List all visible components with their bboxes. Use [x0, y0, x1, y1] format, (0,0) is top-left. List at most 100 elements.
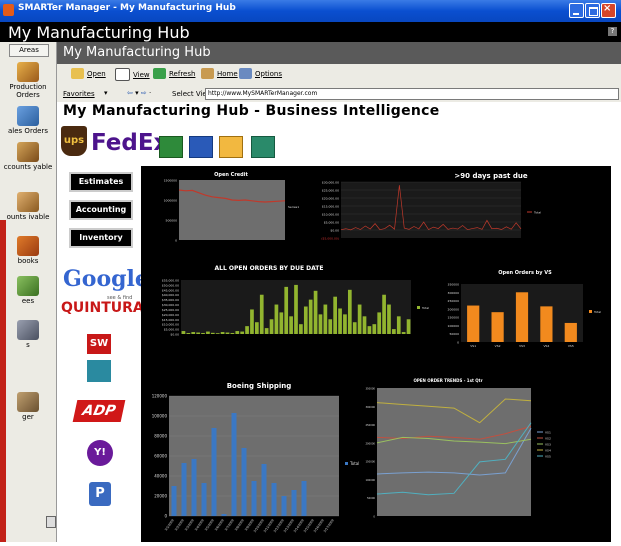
quintura-logo[interactable]: QUINTURA: [61, 300, 144, 316]
y-tick-label: 100000: [152, 414, 168, 419]
pane-scroll-button[interactable]: [46, 516, 56, 528]
area-item-accounts-payable[interactable]: ccounts yable: [0, 142, 56, 171]
inventory-button[interactable]: Inventory: [69, 228, 133, 248]
y-tick-label: 150000: [365, 460, 375, 464]
bar: [230, 333, 235, 334]
sw-logo[interactable]: SW: [87, 334, 111, 354]
books-icon: [17, 236, 39, 256]
bar: [259, 294, 264, 334]
ups-logo[interactable]: ups: [61, 126, 87, 156]
word-icon[interactable]: [189, 136, 213, 158]
x-tick-label: VS2: [495, 344, 501, 348]
bar: [284, 286, 289, 334]
bar: [269, 319, 274, 334]
home-icon: [201, 68, 214, 79]
y-tick-label: 1000000: [164, 199, 177, 203]
bar: [491, 312, 504, 342]
bar: [303, 306, 308, 334]
bar: [308, 299, 313, 334]
area-item-ledger[interactable]: ger: [0, 392, 56, 421]
bar: [181, 463, 187, 516]
bar: [215, 333, 220, 334]
maximize-button[interactable]: [585, 3, 600, 18]
url-field[interactable]: http://www.MySMARTerManager.com: [205, 88, 619, 100]
help-icon[interactable]: ?: [608, 27, 617, 36]
red-accent-stripe: [0, 220, 6, 542]
app-a-icon[interactable]: [87, 360, 111, 382]
bar: [367, 326, 372, 334]
chart-title: Boeing Shipping: [227, 382, 292, 390]
x-tick-label: VS3: [519, 344, 525, 348]
bar: [191, 459, 197, 516]
bar: [406, 319, 411, 334]
p-logo[interactable]: P: [89, 482, 111, 506]
bar: [210, 332, 215, 334]
y-tick-label: $15,000.00: [162, 318, 179, 322]
x-tick-label: VS4: [543, 344, 549, 348]
outlook-icon[interactable]: [219, 136, 243, 158]
legend-label: VS2: [545, 437, 551, 441]
favorites-dropdown-icon[interactable]: ▾: [104, 89, 108, 97]
area-item-sales-orders[interactable]: ales Orders: [0, 106, 56, 135]
bar: [201, 333, 205, 334]
open-button[interactable]: Open: [71, 68, 106, 79]
x-tick-label: VS5: [568, 344, 574, 348]
forward-arrow-icon[interactable]: ⇨: [141, 89, 147, 97]
y-tick-label: 250000: [448, 299, 460, 303]
y-tick-label: 60000: [154, 454, 167, 459]
project-icon[interactable]: [251, 136, 275, 158]
bar: [352, 322, 357, 334]
refresh-icon: [153, 68, 166, 79]
view-button[interactable]: View: [115, 68, 150, 81]
bar: [564, 322, 577, 342]
bar: [323, 304, 328, 334]
minimize-button[interactable]: [569, 3, 584, 18]
options-button[interactable]: Options: [239, 68, 282, 79]
adp-logo[interactable]: ADP: [72, 400, 126, 422]
home-button[interactable]: Home: [201, 68, 238, 79]
areas-button[interactable]: Areas: [9, 44, 49, 57]
close-button[interactable]: ×: [601, 3, 616, 18]
area-item-accounts-receivable[interactable]: ounts ivable: [0, 192, 56, 221]
bar: [289, 316, 293, 334]
area-item-s[interactable]: s: [0, 320, 56, 349]
money-icon: [17, 142, 39, 162]
bar: [299, 324, 303, 334]
bar: [220, 332, 225, 334]
y-tick-label: $35,000.00: [162, 298, 179, 302]
legend-label: VS5: [545, 455, 551, 459]
bar: [255, 322, 259, 334]
bar: [357, 304, 362, 334]
bar: [231, 413, 237, 516]
yahoo-logo[interactable]: Y!: [87, 440, 113, 466]
back-arrow-icon[interactable]: ⇦: [127, 89, 133, 97]
excel-icon[interactable]: [159, 136, 183, 158]
bar: [377, 312, 382, 334]
bar: [281, 496, 287, 516]
legend-label: Total: [349, 461, 359, 466]
fedex-logo[interactable]: FedEx: [91, 130, 168, 156]
estimates-button[interactable]: Estimates: [69, 172, 133, 192]
y-tick-label: $40,000.00: [162, 293, 179, 297]
refresh-button[interactable]: Refresh: [153, 68, 195, 79]
y-tick-label: 200000: [365, 441, 375, 445]
bar: [271, 483, 277, 516]
favorites-menu[interactable]: Favorites: [63, 90, 95, 98]
y-tick-label: $45,000.00: [162, 288, 179, 292]
bar: [196, 332, 200, 334]
bar: [333, 296, 337, 334]
bar: [540, 306, 553, 342]
area-item-production-orders[interactable]: Production Orders: [0, 62, 56, 99]
bar: [241, 448, 247, 516]
area-item-employees[interactable]: ees: [0, 276, 56, 305]
y-tick-label: $30,000.00: [162, 303, 179, 307]
legend-label: VS3: [545, 443, 551, 447]
bar: [221, 514, 227, 516]
accounting-button[interactable]: Accounting: [69, 200, 133, 220]
google-logo[interactable]: Google: [63, 266, 149, 292]
area-item-books[interactable]: books: [0, 236, 56, 265]
y-tick-label: $30,000.00: [322, 181, 339, 185]
bar: [245, 326, 249, 334]
y-tick-label: 200000: [448, 307, 460, 311]
content-header: My Manufacturing Hub: [57, 42, 621, 64]
